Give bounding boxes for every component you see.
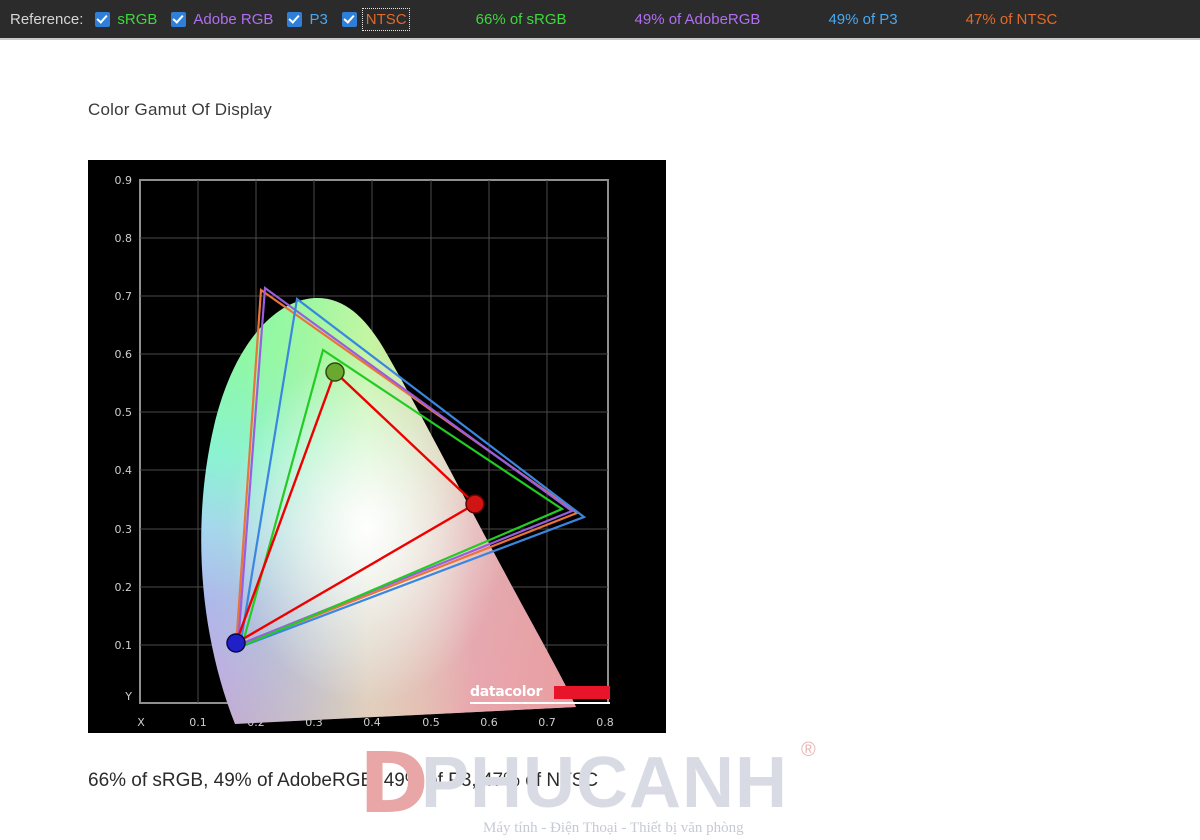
cie-chromaticity-plot: 0.9 0.8 0.7 0.6 0.5 0.4 0.3 0.2 0.1 Y X … bbox=[115, 174, 614, 729]
checkbox-ntsc[interactable] bbox=[341, 11, 357, 27]
coverage-adobergb: 49% of AdobeRGB bbox=[634, 10, 761, 28]
vertex-marker-green bbox=[325, 362, 345, 382]
datacolor-wordmark: datacolor bbox=[470, 684, 543, 700]
reference-option-label-p3: P3 bbox=[309, 10, 328, 28]
reference-option-srgb[interactable]: sRGB bbox=[95, 11, 157, 28]
watermark-tagline: Máy tính - Điện Thoại - Thiết bị văn phò… bbox=[483, 820, 744, 836]
x-tick-0.8: 0.8 bbox=[596, 716, 614, 729]
x-tick-0.6: 0.6 bbox=[480, 716, 498, 729]
coverage-srgb: 66% of sRGB bbox=[475, 10, 567, 28]
reference-option-label-ntsc: NTSC bbox=[361, 7, 410, 31]
y-tick-0.5: 0.5 bbox=[115, 406, 133, 419]
checkbox-srgb[interactable] bbox=[95, 11, 111, 27]
coverage-readouts: 66% of sRGB 49% of AdobeRGB 49% of P3 47… bbox=[476, 11, 1058, 28]
reference-bar: Reference: sRGB Adobe RGB P3 NTSC 66% of… bbox=[0, 0, 1200, 40]
x-tick-0.4: 0.4 bbox=[363, 716, 381, 729]
datacolor-red-bar bbox=[554, 686, 610, 699]
y-tick-0.4: 0.4 bbox=[115, 464, 133, 477]
x-axis-ticks: X 0.1 0.2 0.3 0.4 0.5 0.6 0.7 0.8 bbox=[137, 716, 614, 729]
y-axis-ticks: 0.9 0.8 0.7 0.6 0.5 0.4 0.3 0.2 0.1 Y bbox=[115, 174, 133, 703]
checkbox-adobergb[interactable] bbox=[171, 11, 187, 27]
datacolor-logo: datacolor bbox=[470, 684, 610, 704]
x-tick-0.5: 0.5 bbox=[422, 716, 440, 729]
reference-option-adobergb[interactable]: Adobe RGB bbox=[171, 11, 273, 28]
vertex-marker-blue bbox=[226, 633, 246, 653]
x-axis-label: X bbox=[137, 716, 145, 729]
reference-option-ntsc[interactable]: NTSC bbox=[341, 7, 410, 31]
y-tick-0.3: 0.3 bbox=[115, 523, 133, 536]
reference-option-label-adobergb: Adobe RGB bbox=[193, 10, 274, 28]
coverage-ntsc: 47% of NTSC bbox=[965, 10, 1058, 28]
y-axis-label: Y bbox=[124, 690, 132, 703]
reference-label: Reference: bbox=[10, 10, 84, 28]
x-tick-0.7: 0.7 bbox=[538, 716, 556, 729]
cie-horseshoe bbox=[201, 298, 576, 724]
chart-title: Color Gamut Of Display bbox=[88, 100, 272, 119]
datacolor-underline bbox=[470, 702, 610, 704]
gamut-summary-text: 66% of sRGB, 49% of AdobeRGB, 49% of P3,… bbox=[88, 770, 599, 791]
y-tick-0.1: 0.1 bbox=[115, 639, 133, 652]
y-tick-0.8: 0.8 bbox=[115, 232, 133, 245]
reference-option-p3[interactable]: P3 bbox=[287, 10, 328, 28]
x-tick-0.1: 0.1 bbox=[189, 716, 207, 729]
y-tick-0.9: 0.9 bbox=[115, 174, 133, 187]
checkbox-p3[interactable] bbox=[287, 11, 303, 27]
y-tick-0.7: 0.7 bbox=[115, 290, 133, 303]
coverage-p3: 49% of P3 bbox=[828, 10, 898, 28]
y-tick-0.2: 0.2 bbox=[115, 581, 133, 594]
cie-chromaticity-chart: 0.9 0.8 0.7 0.6 0.5 0.4 0.3 0.2 0.1 Y X … bbox=[88, 160, 666, 733]
vertex-marker-red bbox=[465, 494, 485, 514]
watermark-registered-icon: ® bbox=[801, 739, 816, 761]
reference-option-label-srgb: sRGB bbox=[117, 10, 158, 28]
y-tick-0.6: 0.6 bbox=[115, 348, 133, 361]
